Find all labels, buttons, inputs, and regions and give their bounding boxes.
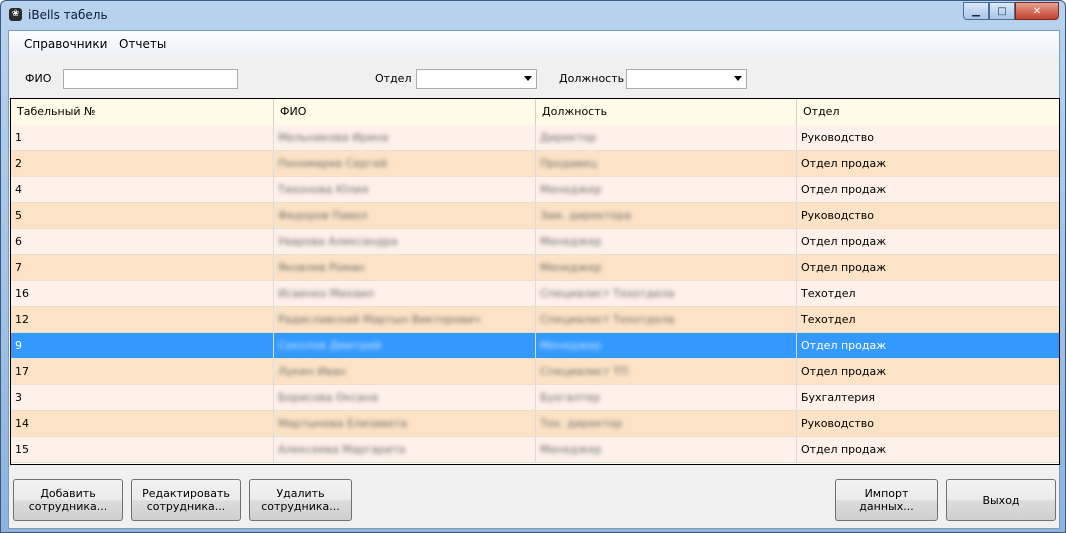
- cell-number[interactable]: 9: [11, 333, 274, 359]
- maximize-icon: □: [997, 5, 1007, 17]
- table-row[interactable]: 4 Тихонова Юлия Менеджер Отдел продаж: [11, 177, 1059, 203]
- client-area: Справочники Отчеты ФИО Отдел Должность Т…: [8, 30, 1060, 529]
- cell-position[interactable]: Специалист Техотдела: [536, 281, 797, 307]
- cell-fio[interactable]: Мартынова Елизавета: [274, 411, 536, 437]
- close-icon: ✕: [1032, 5, 1042, 17]
- exit-button[interactable]: Выход: [946, 479, 1056, 521]
- app-window: ❀ iBells табель ▁ □ ✕ Справочники Отчеты…: [0, 0, 1066, 533]
- department-filter-label: Отдел: [375, 72, 412, 85]
- cell-fio[interactable]: Федоров Павел: [274, 203, 536, 229]
- cell-department[interactable]: Отдел продаж: [797, 359, 1059, 385]
- cell-fio[interactable]: Мельникова Ирина: [274, 125, 536, 151]
- cell-department[interactable]: Руководство: [797, 125, 1059, 151]
- cell-fio[interactable]: Борисова Оксана: [274, 385, 536, 411]
- column-header-fio[interactable]: ФИО: [274, 99, 536, 125]
- window-title: iBells табель: [28, 8, 108, 22]
- cell-position[interactable]: Продавец: [536, 151, 797, 177]
- cell-fio[interactable]: Соколов Дмитрий: [274, 333, 536, 359]
- cell-number[interactable]: 1: [11, 125, 274, 151]
- cell-number[interactable]: 6: [11, 229, 274, 255]
- minimize-icon: ▁: [972, 5, 980, 17]
- cell-department[interactable]: Техотдел: [797, 307, 1059, 333]
- cell-number[interactable]: 17: [11, 359, 274, 385]
- chevron-down-icon[interactable]: [734, 76, 742, 81]
- table-row[interactable]: 17 Лукин Иван Специалист ТП Отдел продаж: [11, 359, 1059, 385]
- table-header: Табельный № ФИО Должность Отдел: [11, 99, 1059, 126]
- cell-number[interactable]: 16: [11, 281, 274, 307]
- cell-department[interactable]: Руководство: [797, 411, 1059, 437]
- cell-position[interactable]: Тех. директор: [536, 411, 797, 437]
- cell-position[interactable]: Менеджер: [536, 255, 797, 281]
- import-data-button[interactable]: Импорт данных...: [835, 479, 938, 521]
- cell-position[interactable]: Менеджер: [536, 177, 797, 203]
- column-header-position[interactable]: Должность: [536, 99, 797, 125]
- column-header-number[interactable]: Табельный №: [11, 99, 274, 125]
- cell-position[interactable]: Менеджер: [536, 333, 797, 359]
- table-row[interactable]: 1 Мельникова Ирина Директор Руководство: [11, 125, 1059, 151]
- cell-position[interactable]: Зам. директора: [536, 203, 797, 229]
- table-row[interactable]: 2 Пономарев Сергей Продавец Отдел продаж: [11, 151, 1059, 177]
- table-row[interactable]: 16 Исаенко Михаил Специалист Техотдела Техо…: [11, 281, 1059, 307]
- cell-number[interactable]: 7: [11, 255, 274, 281]
- cell-position[interactable]: Бухгалтер: [536, 385, 797, 411]
- table-row[interactable]: 5 Федоров Павел Зам. директора Руководство: [11, 203, 1059, 229]
- cell-fio[interactable]: Алексеева Маргарита: [274, 437, 536, 463]
- menu-bar: Справочники Отчеты: [9, 31, 1059, 55]
- cell-department[interactable]: Отдел продаж: [797, 177, 1059, 203]
- cell-fio[interactable]: Лукин Иван: [274, 359, 536, 385]
- table-row[interactable]: 7 Яковлев Роман Менеджер Отдел продаж: [11, 255, 1059, 281]
- cell-fio[interactable]: Радиславский Мартын Викторович: [274, 307, 536, 333]
- table-row[interactable]: 12 Радиславский Мартын Викторович Специали…: [11, 307, 1059, 333]
- delete-employee-button[interactable]: Удалить сотрудника...: [249, 479, 352, 521]
- cell-position[interactable]: Директор: [536, 125, 797, 151]
- cell-fio[interactable]: Яковлев Роман: [274, 255, 536, 281]
- table-row[interactable]: 15 Алексеева Маргарита Менеджер Отдел прода…: [11, 437, 1059, 463]
- title-bar: ❀ iBells табель ▁ □ ✕: [1, 1, 1065, 29]
- cell-number[interactable]: 12: [11, 307, 274, 333]
- table-row[interactable]: 3 Борисова Оксана Бухгалтер Бухгалтерия: [11, 385, 1059, 411]
- add-employee-button[interactable]: Добавить сотрудника...: [13, 479, 123, 521]
- cell-fio[interactable]: Исаенко Михаил: [274, 281, 536, 307]
- position-filter-label: Должность: [559, 72, 625, 85]
- table-row[interactable]: 14 Мартынова Елизавета Тех. директор Руково…: [11, 411, 1059, 437]
- cell-fio[interactable]: Пономарев Сергей: [274, 151, 536, 177]
- cell-fio[interactable]: Тихонова Юлия: [274, 177, 536, 203]
- edit-employee-button[interactable]: Редактировать сотрудника...: [131, 479, 241, 521]
- cell-department[interactable]: Отдел продаж: [797, 333, 1059, 359]
- cell-department[interactable]: Отдел продаж: [797, 255, 1059, 281]
- cell-department[interactable]: Отдел продаж: [797, 437, 1059, 463]
- cell-department[interactable]: Руководство: [797, 203, 1059, 229]
- close-button[interactable]: ✕: [1015, 2, 1059, 20]
- fio-filter-input[interactable]: [63, 69, 238, 89]
- fio-filter-label: ФИО: [25, 72, 52, 85]
- cell-department[interactable]: Бухгалтерия: [797, 385, 1059, 411]
- column-header-department[interactable]: Отдел: [797, 99, 1059, 125]
- cell-position[interactable]: Специалист ТП: [536, 359, 797, 385]
- position-filter-combo[interactable]: [626, 69, 747, 89]
- cell-number[interactable]: 14: [11, 411, 274, 437]
- app-icon: ❀: [9, 8, 22, 21]
- cell-number[interactable]: 2: [11, 151, 274, 177]
- window-controls: ▁ □ ✕: [963, 2, 1059, 20]
- cell-number[interactable]: 5: [11, 203, 274, 229]
- menu-reports[interactable]: Отчеты: [119, 37, 166, 51]
- employees-table[interactable]: Табельный № ФИО Должность Отдел 1 Мельник…: [10, 98, 1060, 465]
- cell-position[interactable]: Специалист Техотдела: [536, 307, 797, 333]
- cell-position[interactable]: Менеджер: [536, 437, 797, 463]
- menu-references[interactable]: Справочники: [24, 37, 107, 51]
- cell-department[interactable]: Отдел продаж: [797, 151, 1059, 177]
- maximize-button[interactable]: □: [989, 2, 1015, 20]
- table-row[interactable]: 6 Уварова Александра Менеджер Отдел продаж: [11, 229, 1059, 255]
- department-filter-combo[interactable]: [416, 69, 537, 89]
- table-row[interactable]: 9 Соколов Дмитрий Менеджер Отдел продаж: [11, 333, 1059, 359]
- cell-fio[interactable]: Уварова Александра: [274, 229, 536, 255]
- chevron-down-icon[interactable]: [524, 76, 532, 81]
- cell-number[interactable]: 15: [11, 437, 274, 463]
- cell-department[interactable]: Отдел продаж: [797, 229, 1059, 255]
- cell-department[interactable]: Техотдел: [797, 281, 1059, 307]
- cell-number[interactable]: 3: [11, 385, 274, 411]
- minimize-button[interactable]: ▁: [963, 2, 989, 20]
- cell-number[interactable]: 4: [11, 177, 274, 203]
- cell-position[interactable]: Менеджер: [536, 229, 797, 255]
